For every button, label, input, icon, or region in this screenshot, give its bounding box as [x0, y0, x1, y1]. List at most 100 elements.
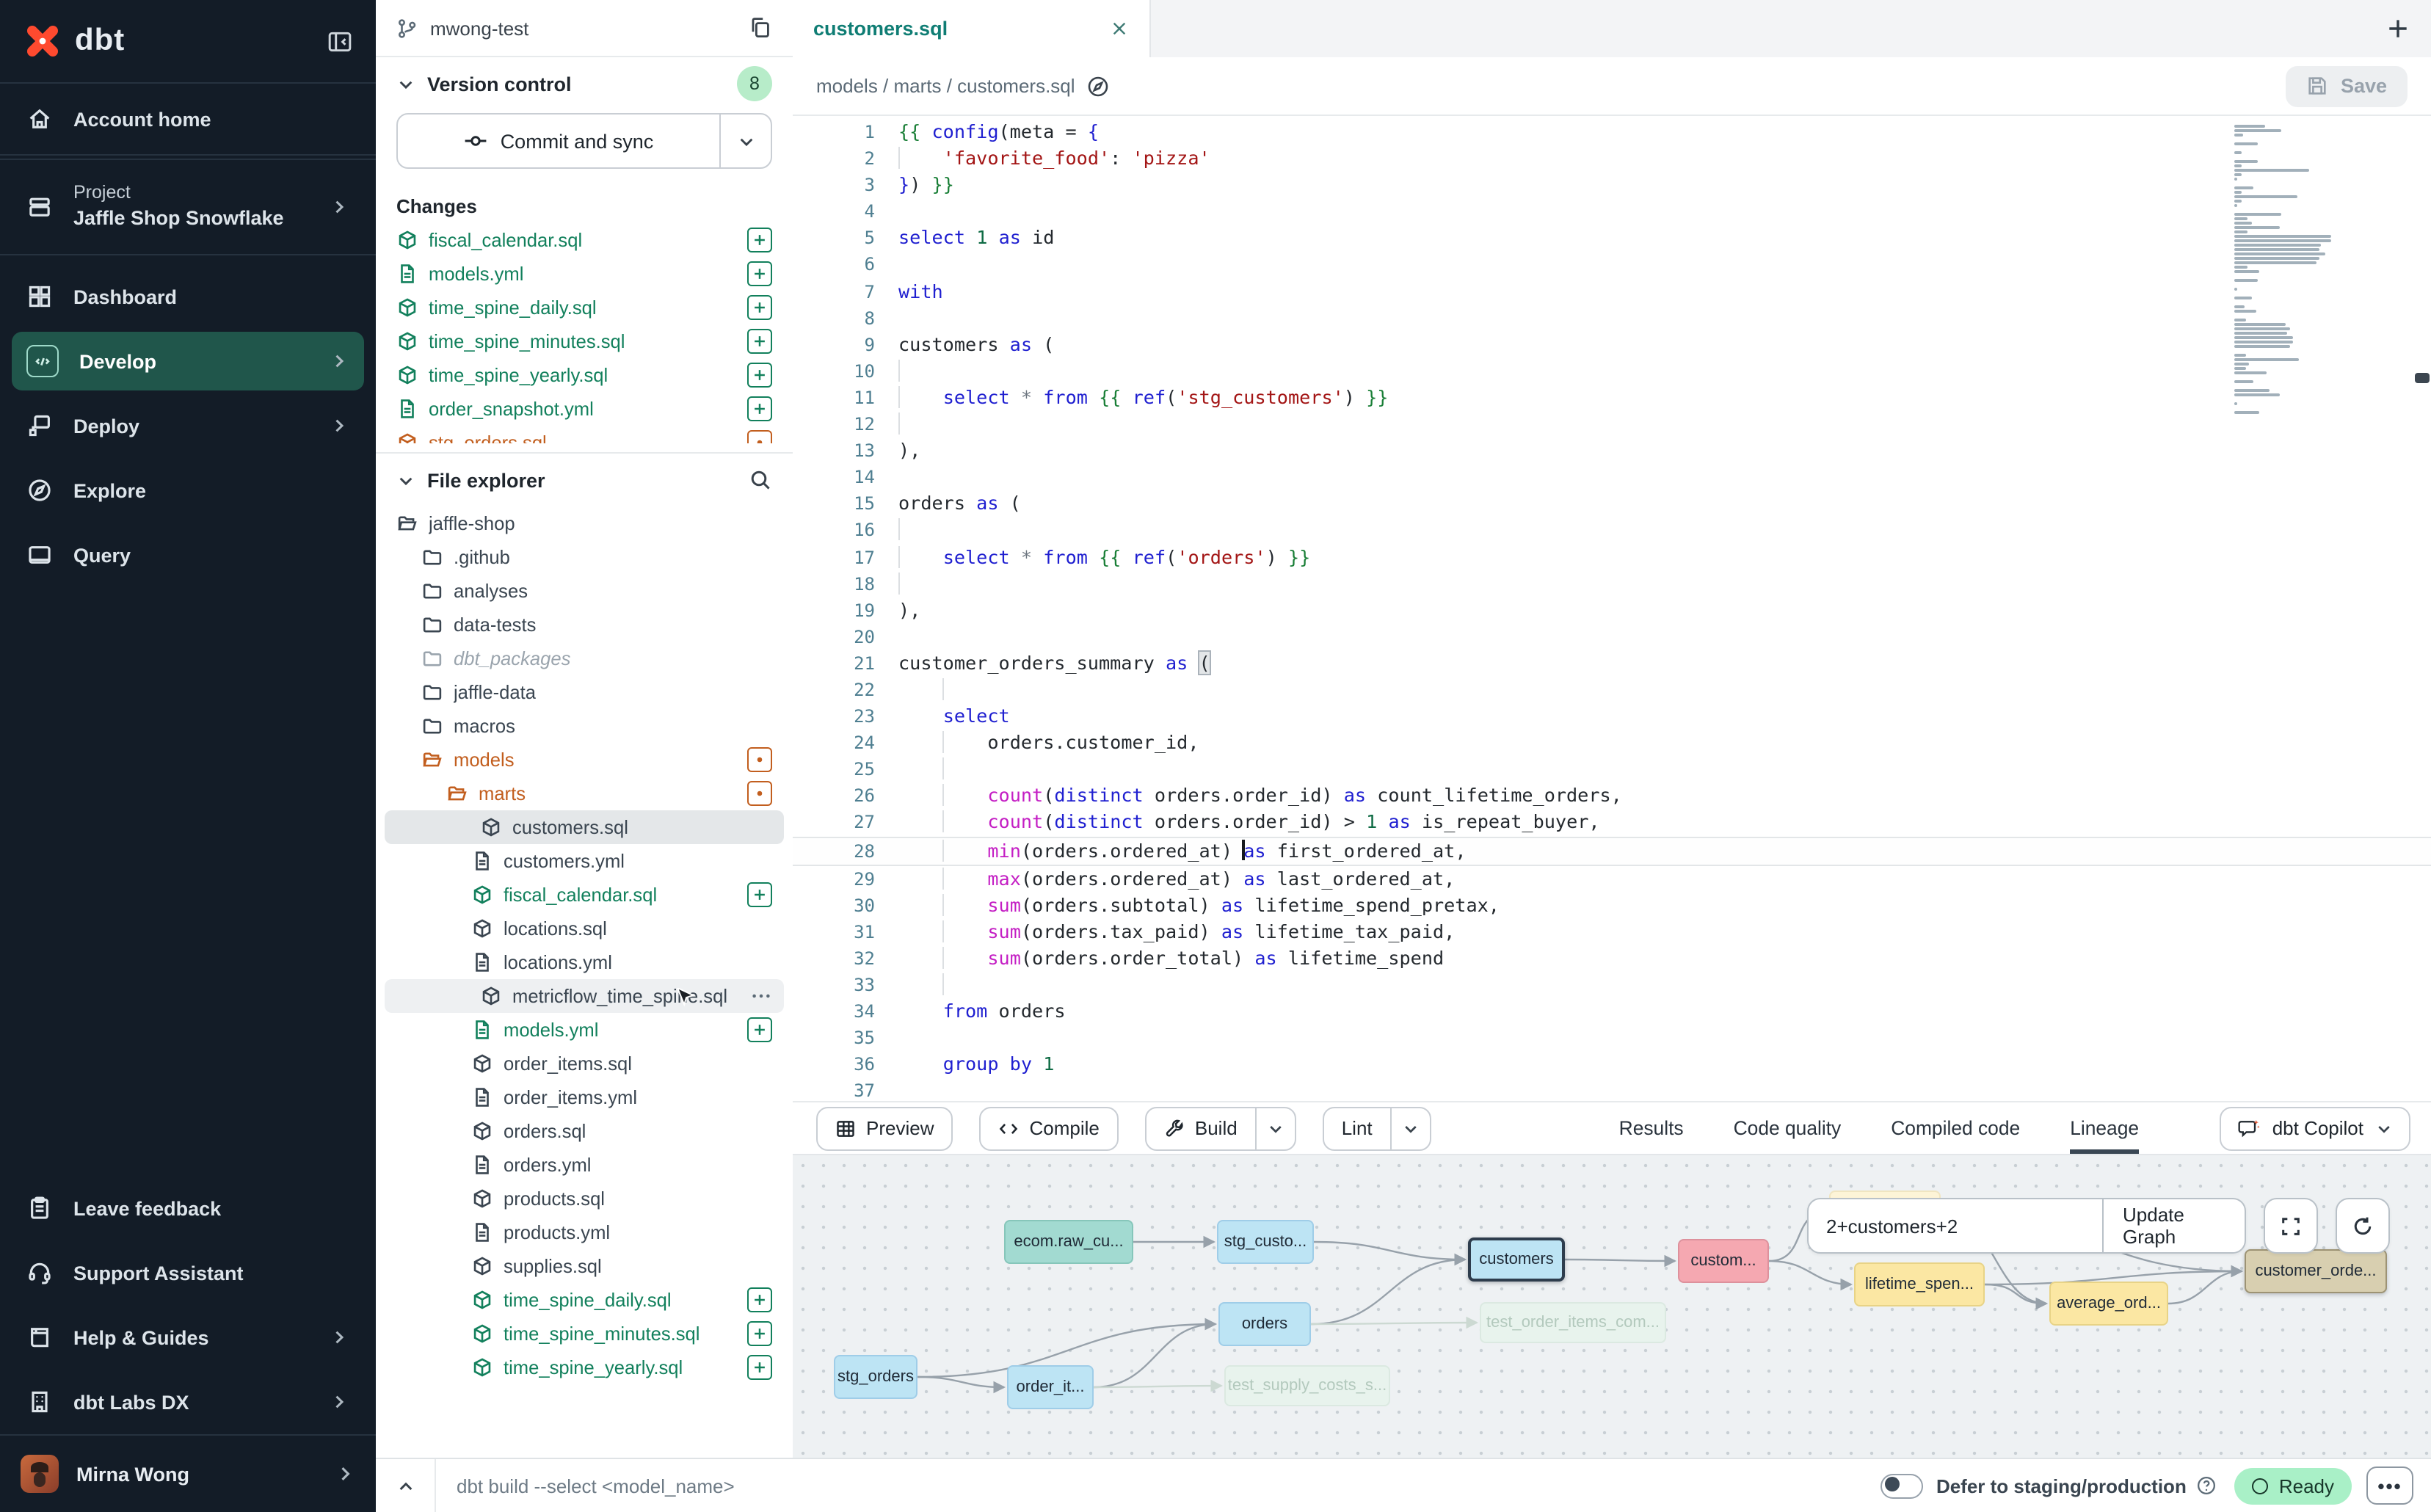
tree-item-order-items-sql[interactable]: order_items.sql: [376, 1047, 793, 1080]
tree-item--github[interactable]: .github: [376, 540, 793, 574]
code-line-31[interactable]: 31 sum(orders.tax_paid) as lifetime_tax_…: [793, 919, 2431, 945]
tree-item-orders-sql[interactable]: orders.sql: [376, 1114, 793, 1148]
expand-panel-button[interactable]: [376, 1459, 436, 1512]
code-line-16[interactable]: 16: [793, 517, 2431, 544]
fullscreen-button[interactable]: [2264, 1198, 2318, 1254]
tree-item-orders-yml[interactable]: orders.yml: [376, 1148, 793, 1182]
dbt-command-input[interactable]: [436, 1475, 1881, 1497]
stage-file-button[interactable]: [747, 1355, 772, 1380]
change-time-spine-minutes-sql[interactable]: time_spine_minutes.sql: [376, 324, 793, 358]
build-button[interactable]: Build: [1145, 1106, 1296, 1150]
tree-item-models[interactable]: models: [376, 743, 793, 777]
new-tab-button[interactable]: [2363, 0, 2431, 57]
sidebar-item-dbt-labs-dx[interactable]: dbt Labs DX: [0, 1370, 376, 1434]
code-line-6[interactable]: 6: [793, 252, 2431, 278]
tree-item-models-yml[interactable]: models.yml: [376, 1013, 793, 1047]
compass-icon[interactable]: [1087, 74, 1111, 98]
code-line-15[interactable]: 15orders as (: [793, 491, 2431, 517]
tree-item-macros[interactable]: macros: [376, 709, 793, 743]
code-line-35[interactable]: 35: [793, 1025, 2431, 1051]
sidebar-item-help-guides[interactable]: Help & Guides: [0, 1305, 376, 1370]
refresh-icon[interactable]: [2336, 1198, 2390, 1254]
stage-file-button[interactable]: [747, 295, 772, 320]
user-menu[interactable]: Mirna Wong: [0, 1434, 376, 1512]
change-time-spine-daily-sql[interactable]: time_spine_daily.sql: [376, 291, 793, 324]
code-line-23[interactable]: 23 select: [793, 703, 2431, 730]
code-line-18[interactable]: 18: [793, 570, 2431, 597]
search-icon[interactable]: [749, 468, 772, 492]
tree-item-supplies-sql[interactable]: supplies.sql: [376, 1249, 793, 1283]
tree-item-marts[interactable]: marts: [376, 777, 793, 810]
lineage-node-orders[interactable]: orders: [1218, 1302, 1311, 1346]
code-line-21[interactable]: 21customer_orders_summary as (: [793, 650, 2431, 677]
lineage-panel[interactable]: ecom.raw_cu... stg_custo... customers custo…: [793, 1155, 2431, 1458]
tree-item-products-yml[interactable]: products.yml: [376, 1215, 793, 1249]
tab-customers-sql[interactable]: customers.sql: [793, 0, 1151, 57]
sidebar-item-account-home[interactable]: Account home: [0, 84, 376, 156]
tree-item-customers-sql[interactable]: customers.sql: [385, 810, 784, 844]
code-editor[interactable]: 1{{ config(meta = {2 'favorite_food': 'p…: [793, 116, 2431, 1101]
help-circle-icon[interactable]: [2197, 1475, 2217, 1496]
file-explorer-header[interactable]: File explorer: [376, 454, 793, 506]
code-line-24[interactable]: 24 orders.customer_id,: [793, 730, 2431, 756]
lineage-node-customers[interactable]: customers: [1468, 1237, 1565, 1282]
lint-dropdown-button[interactable]: [1390, 1108, 1430, 1149]
branch-name[interactable]: mwong-test: [430, 17, 528, 39]
lint-button[interactable]: Lint: [1323, 1106, 1431, 1150]
compile-button[interactable]: Compile: [980, 1106, 1119, 1150]
code-line-26[interactable]: 26 count(distinct orders.order_id) as co…: [793, 783, 2431, 810]
lineage-node-ecom[interactable]: ecom.raw_cu...: [1004, 1220, 1133, 1264]
tree-item-customers-yml[interactable]: customers.yml: [376, 844, 793, 878]
lineage-node-order_items[interactable]: order_it...: [1007, 1365, 1094, 1409]
stage-file-button[interactable]: [747, 363, 772, 388]
code-line-10[interactable]: 10: [793, 358, 2431, 385]
code-line-36[interactable]: 36 group by 1: [793, 1052, 2431, 1078]
more-options-button[interactable]: •••: [2366, 1466, 2413, 1505]
lineage-node-cust_orders[interactable]: customer_orde...: [2245, 1249, 2387, 1293]
tree-item-time-spine-minutes-sql[interactable]: time_spine_minutes.sql: [376, 1317, 793, 1351]
code-line-4[interactable]: 4: [793, 199, 2431, 225]
version-control-header[interactable]: Version control 8: [376, 57, 793, 110]
sidebar-item-support-assistant[interactable]: Support Assistant: [0, 1240, 376, 1305]
tree-item-time-spine-daily-sql[interactable]: time_spine_daily.sql: [376, 1283, 793, 1317]
sidebar-item-leave-feedback[interactable]: Leave feedback: [0, 1176, 376, 1240]
lineage-node-stg_orders[interactable]: stg_orders: [834, 1355, 917, 1399]
code-line-34[interactable]: 34 from orders: [793, 998, 2431, 1025]
lineage-node-test_supply[interactable]: test_supply_costs_s...: [1224, 1365, 1390, 1406]
tab-lineage[interactable]: Lineage: [2070, 1102, 2139, 1154]
stage-file-button[interactable]: [747, 228, 772, 252]
code-line-30[interactable]: 30 sum(orders.subtotal) as lifetime_spen…: [793, 892, 2431, 918]
defer-toggle[interactable]: [1881, 1473, 1923, 1498]
tree-item-jaffle-data[interactable]: jaffle-data: [376, 675, 793, 709]
code-line-11[interactable]: 11 select * from {{ ref('stg_customers')…: [793, 385, 2431, 411]
tree-item-order-items-yml[interactable]: order_items.yml: [376, 1080, 793, 1114]
tab-code-quality[interactable]: Code quality: [1734, 1102, 1842, 1154]
lineage-search-input[interactable]: [1809, 1199, 2102, 1252]
update-graph-button[interactable]: Update Graph: [2102, 1199, 2245, 1252]
change-fiscal-calendar-sql[interactable]: fiscal_calendar.sql: [376, 223, 793, 257]
lineage-node-stg_customers[interactable]: stg_custo...: [1217, 1220, 1314, 1264]
copy-icon[interactable]: [749, 16, 772, 40]
tree-item-metricflow-time-spine-sql[interactable]: metricflow_time_spine.sql: [385, 979, 784, 1013]
change-time-spine-yearly-sql[interactable]: time_spine_yearly.sql: [376, 358, 793, 392]
stage-file-button[interactable]: [747, 396, 772, 421]
build-dropdown-button[interactable]: [1255, 1108, 1295, 1149]
commit-dropdown-button[interactable]: [719, 115, 771, 167]
code-line-19[interactable]: 19),: [793, 597, 2431, 623]
code-line-27[interactable]: 27 count(distinct orders.order_id) > 1 a…: [793, 810, 2431, 836]
stage-file-button[interactable]: [747, 261, 772, 286]
change-models-yml[interactable]: models.yml: [376, 257, 793, 291]
code-line-8[interactable]: 8: [793, 305, 2431, 331]
code-line-2[interactable]: 2 'favorite_food': 'pizza': [793, 145, 2431, 172]
stage-file-button[interactable]: [747, 1017, 772, 1042]
tab-compiled-code[interactable]: Compiled code: [1891, 1102, 2020, 1154]
stage-file-button[interactable]: [747, 882, 772, 907]
lineage-node-lifetime[interactable]: lifetime_spen...: [1854, 1262, 1985, 1306]
tree-item-jaffle-shop[interactable]: jaffle-shop: [376, 506, 793, 540]
change-order-snapshot-yml[interactable]: order_snapshot.yml: [376, 392, 793, 426]
code-line-29[interactable]: 29 max(orders.ordered_at) as last_ordere…: [793, 865, 2431, 892]
code-line-5[interactable]: 5select 1 as id: [793, 225, 2431, 252]
file-menu-icon[interactable]: [750, 985, 772, 1007]
tree-item-analyses[interactable]: analyses: [376, 574, 793, 608]
code-line-13[interactable]: 13),: [793, 437, 2431, 464]
